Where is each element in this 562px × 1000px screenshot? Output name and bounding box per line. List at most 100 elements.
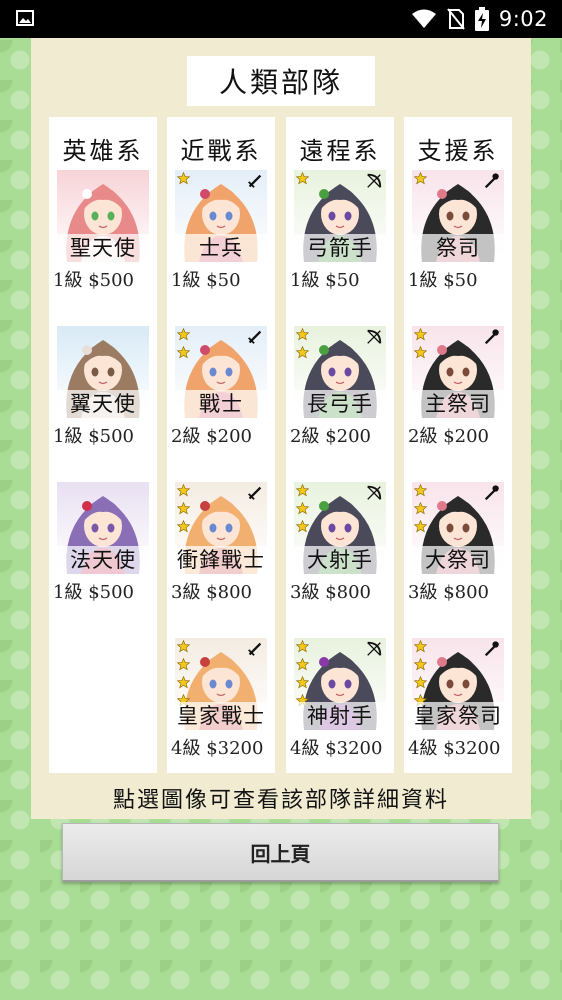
sword-icon [248, 642, 262, 656]
unit-card: 大射手 3級 $800 [286, 482, 394, 603]
unit-column: 近戰系 士兵 1級 $50 戰士 2級 $200 衝鋒戰士 3級 $800 皇家戰士 4級 $3… [167, 117, 275, 773]
unit-card: 神射手 4級 $3200 [286, 638, 394, 759]
battery-charging-icon [474, 7, 489, 31]
back-button[interactable]: 回上頁 [62, 823, 499, 882]
unit-portrait[interactable]: 主祭司 [412, 326, 504, 418]
rank-stars [414, 172, 428, 190]
unit-name: 大射手 [294, 546, 386, 574]
unit-level: 4級 [408, 738, 438, 759]
unit-portrait[interactable]: 戰士 [175, 326, 267, 418]
unit-level: 2級 [171, 426, 201, 447]
unit-portrait[interactable]: 衝鋒戰士 [175, 482, 267, 574]
unit-price: $200 [325, 426, 371, 447]
unit-price: $500 [88, 426, 134, 447]
unit-level: 3級 [290, 582, 320, 603]
star-icon [296, 520, 309, 533]
unit-name: 戰士 [175, 390, 267, 418]
unit-price: $50 [206, 270, 241, 291]
unit-price: $500 [88, 270, 134, 291]
no-sim-icon [447, 8, 465, 30]
unit-portrait[interactable]: 皇家祭司 [412, 638, 504, 730]
status-bar: 9:02 [0, 0, 562, 38]
unit-level: 1級 [408, 270, 438, 291]
star-icon [177, 328, 190, 341]
star-icon [414, 676, 427, 689]
star-icon [414, 346, 427, 359]
star-icon [414, 172, 427, 185]
column-header: 遠程系 [299, 137, 381, 165]
unit-column: 支援系 祭司 1級 $50 主祭司 2級 $200 大祭司 3級 $800 皇家祭司 4級 $3… [404, 117, 512, 773]
wand-icon [484, 641, 499, 657]
rank-stars [296, 484, 310, 538]
star-icon [414, 658, 427, 671]
star-icon [296, 484, 309, 497]
sword-icon [248, 330, 262, 344]
unit-card: 戰士 2級 $200 [167, 326, 275, 448]
unit-price: $500 [88, 582, 134, 603]
unit-info: 3級 $800 [408, 578, 512, 604]
unit-info: 1級 $50 [290, 266, 394, 292]
unit-name: 長弓手 [294, 390, 386, 418]
unit-name: 皇家祭司 [412, 702, 504, 730]
unit-info: 2級 $200 [290, 422, 394, 448]
unit-price: $3200 [443, 738, 501, 759]
unit-level: 3級 [408, 582, 438, 603]
unit-name: 主祭司 [412, 390, 504, 418]
unit-info: 2級 $200 [171, 422, 275, 448]
unit-portrait[interactable]: 士兵 [175, 170, 267, 262]
clock: 9:02 [498, 7, 548, 31]
unit-card: 主祭司 2級 $200 [404, 326, 512, 448]
unit-card: 皇家戰士 4級 $3200 [167, 638, 275, 760]
unit-name: 士兵 [175, 234, 267, 262]
unit-portrait[interactable]: 翼天使 [57, 326, 149, 418]
unit-info: 1級 $500 [53, 266, 157, 292]
gallery-icon [16, 10, 34, 26]
unit-portrait[interactable]: 神射手 [294, 638, 386, 730]
unit-name: 弓箭手 [294, 234, 386, 262]
star-icon [296, 346, 309, 359]
unit-info: 4級 $3200 [171, 734, 275, 760]
star-icon [296, 502, 309, 515]
unit-info: 1級 $50 [408, 266, 512, 292]
unit-portrait[interactable]: 弓箭手 [294, 170, 386, 262]
unit-level: 1級 [171, 270, 201, 291]
star-icon [177, 346, 190, 359]
unit-portrait[interactable]: 長弓手 [294, 326, 386, 418]
star-icon [296, 172, 309, 185]
unit-card: 弓箭手 1級 $50 [286, 170, 394, 292]
star-icon [177, 172, 190, 185]
unit-portrait[interactable]: 祭司 [412, 170, 504, 262]
unit-info: 1級 $50 [171, 266, 275, 292]
unit-info: 2級 $200 [408, 422, 512, 448]
unit-name: 聖天使 [57, 234, 149, 262]
unit-level: 4級 [290, 738, 320, 759]
unit-price: $50 [325, 270, 360, 291]
unit-level: 1級 [53, 270, 83, 291]
unit-level: 1級 [53, 426, 83, 447]
unit-price: $800 [325, 582, 371, 603]
star-icon [414, 502, 427, 515]
unit-card: 大祭司 3級 $800 [404, 482, 512, 604]
unit-info: 1級 $500 [53, 422, 157, 448]
star-icon [296, 658, 309, 671]
unit-name: 法天使 [57, 546, 149, 574]
rank-stars [296, 328, 310, 364]
unit-card: 士兵 1級 $50 [167, 170, 275, 292]
star-icon [177, 502, 190, 515]
unit-name: 衝鋒戰士 [175, 546, 267, 574]
unit-name: 皇家戰士 [175, 702, 267, 730]
unit-level: 3級 [171, 582, 201, 603]
unit-portrait[interactable]: 聖天使 [57, 170, 149, 262]
rank-stars [177, 328, 191, 364]
unit-portrait[interactable]: 大射手 [294, 482, 386, 574]
unit-portrait[interactable]: 皇家戰士 [175, 638, 267, 730]
unit-portrait[interactable]: 大祭司 [412, 482, 504, 574]
unit-column: 遠程系 弓箭手 1級 $50 長弓手 2級 $200 大射手 3級 $800 神射手 4級 $3… [286, 117, 394, 773]
unit-portrait[interactable]: 法天使 [57, 482, 149, 574]
rank-stars [414, 484, 428, 538]
bow-icon [367, 641, 382, 656]
rank-stars [296, 172, 310, 190]
page-title: 人類部隊 [187, 56, 375, 106]
star-icon [414, 520, 427, 533]
rank-stars [414, 328, 428, 364]
